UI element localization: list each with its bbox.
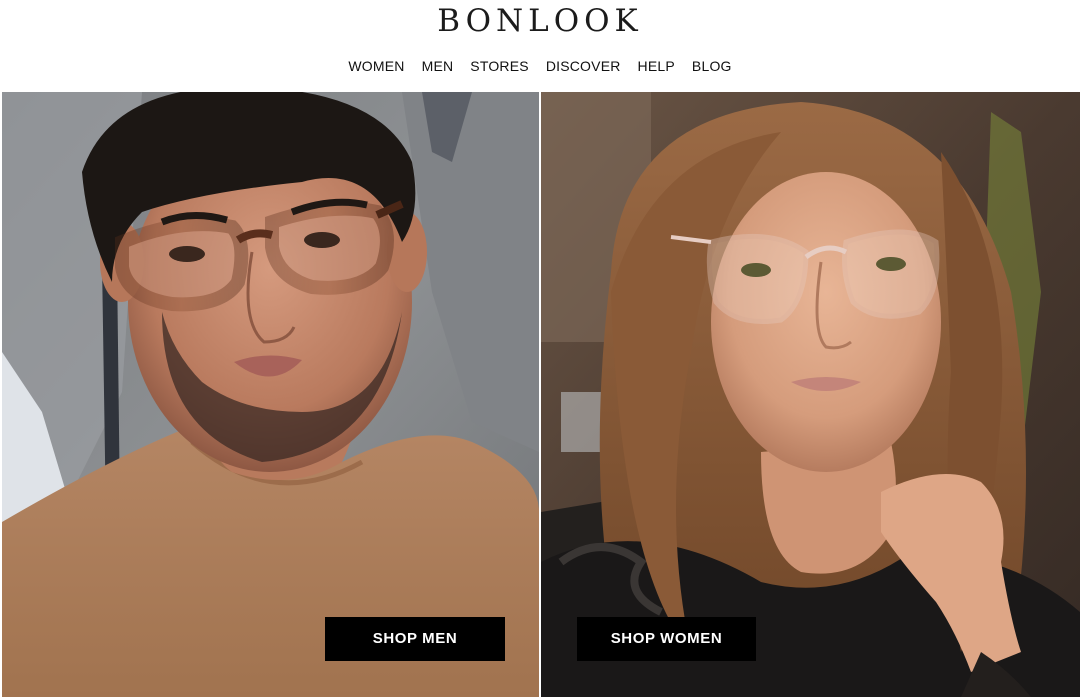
site-header: BONLOOK WOMEN MEN STORES DISCOVER HELP B… bbox=[0, 0, 1080, 92]
nav-item-discover[interactable]: DISCOVER bbox=[546, 56, 621, 76]
nav-item-women[interactable]: WOMEN bbox=[348, 56, 404, 76]
brand-logo[interactable]: BONLOOK bbox=[0, 3, 1080, 39]
hero-panel-women[interactable]: SHOP WOMEN bbox=[541, 92, 1080, 697]
women-hero-image bbox=[541, 92, 1080, 697]
men-hero-image bbox=[2, 92, 539, 697]
shop-women-button[interactable]: SHOP WOMEN bbox=[577, 617, 756, 661]
nav-item-blog[interactable]: BLOG bbox=[692, 56, 732, 76]
shop-men-button[interactable]: SHOP MEN bbox=[325, 617, 505, 661]
hero-banner: SHOP MEN SHOP WOMEN bbox=[0, 92, 1080, 697]
nav-item-men[interactable]: MEN bbox=[422, 56, 454, 76]
nav-item-help[interactable]: HELP bbox=[638, 56, 675, 76]
hero-panel-men[interactable]: SHOP MEN bbox=[2, 92, 539, 697]
main-nav: WOMEN MEN STORES DISCOVER HELP BLOG bbox=[0, 56, 1080, 76]
nav-item-stores[interactable]: STORES bbox=[470, 56, 529, 76]
